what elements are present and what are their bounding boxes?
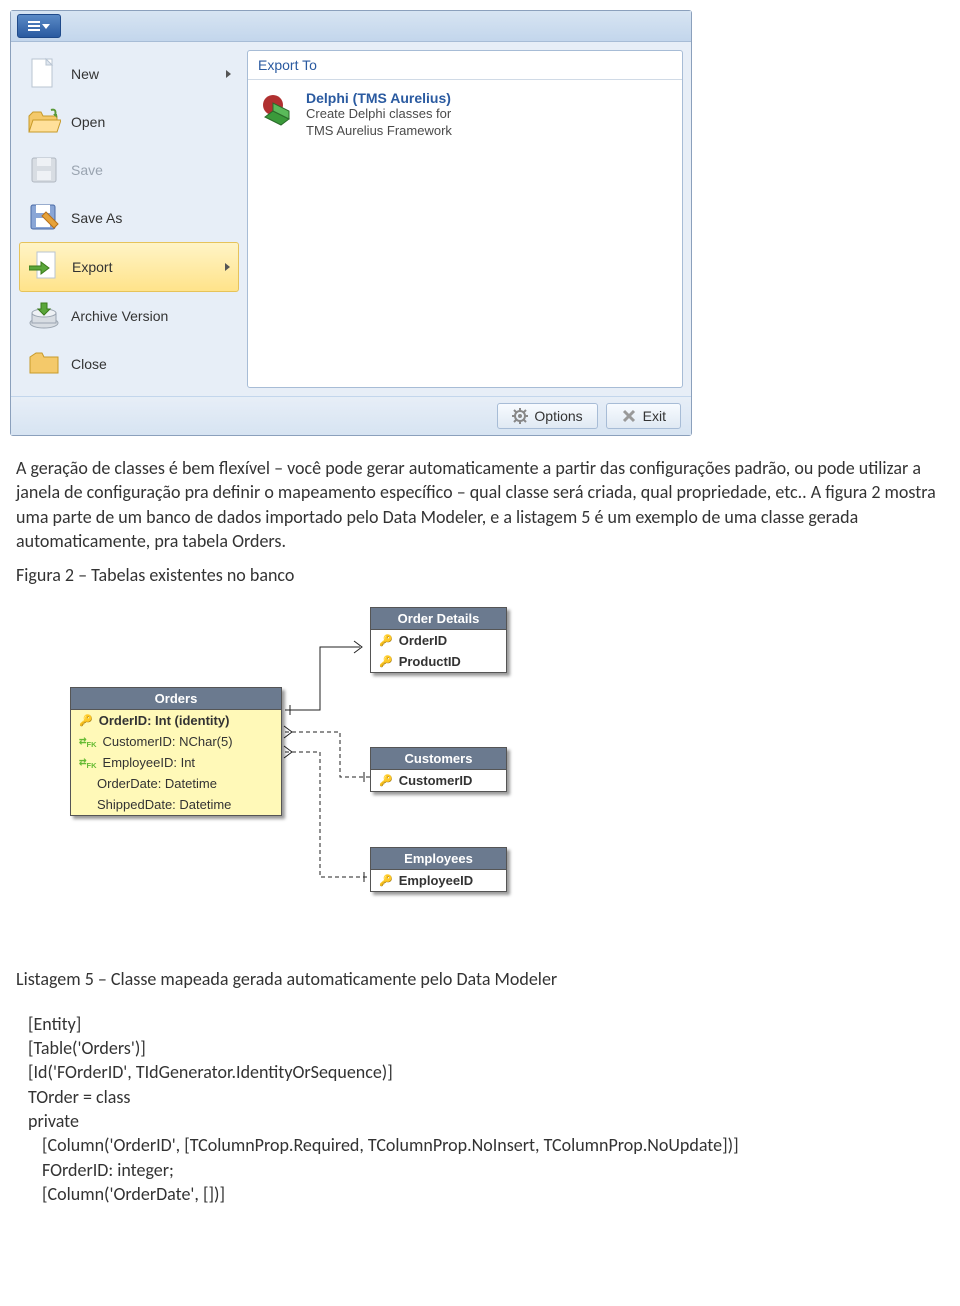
- employees-col-employeeid: EmployeeID: [399, 873, 473, 888]
- exit-label: Exit: [643, 408, 666, 424]
- dropdown-icon: [42, 24, 50, 29]
- orderdetails-col-orderid: OrderID: [399, 633, 447, 648]
- dialog-footer: Options Exit: [11, 396, 691, 435]
- pk-icon: 🔑: [379, 774, 393, 787]
- table-employees-title: Employees: [371, 848, 506, 870]
- menu-close[interactable]: Close: [19, 340, 239, 388]
- options-button[interactable]: Options: [497, 403, 597, 429]
- table-orderdetails-title: Order Details: [371, 608, 506, 630]
- gear-icon: [512, 408, 528, 424]
- menu-open-label: Open: [71, 114, 105, 130]
- menu-export-label: Export: [72, 259, 112, 275]
- code-listing: [Entity] [Table('Orders')] [Id('FOrderID…: [0, 1012, 960, 1226]
- orderdetails-col-productid: ProductID: [399, 654, 461, 669]
- code-line: TOrder = class: [28, 1085, 944, 1109]
- er-diagram: Orders 🔑 OrderID: Int (identity) ⇄FK Custo…: [40, 607, 540, 947]
- menu-save-label: Save: [71, 162, 103, 178]
- submenu-arrow-icon: [226, 70, 231, 78]
- orders-col-shippeddate: ShippedDate: Datetime: [97, 797, 231, 812]
- paragraph-1: A geração de classes é bem flexível – vo…: [16, 456, 944, 553]
- menu-archive[interactable]: Archive Version: [19, 292, 239, 340]
- orders-col-customerid: CustomerID: NChar(5): [103, 734, 233, 749]
- code-line: FOrderID: integer;: [28, 1158, 944, 1182]
- pk-icon: 🔑: [79, 714, 93, 727]
- menu-open[interactable]: Open: [19, 98, 239, 146]
- menu-close-label: Close: [71, 356, 107, 372]
- table-orderdetails: Order Details 🔑 OrderID 🔑 ProductID: [370, 607, 507, 673]
- menu-save[interactable]: Save: [19, 146, 239, 194]
- table-orders: Orders 🔑 OrderID: Int (identity) ⇄FK Custo…: [70, 687, 282, 816]
- pk-icon: 🔑: [379, 655, 393, 668]
- menu-new[interactable]: New: [19, 50, 239, 98]
- code-line: private: [28, 1109, 944, 1133]
- code-line: [Table('Orders')]: [28, 1036, 944, 1060]
- pk-icon: 🔑: [379, 874, 393, 887]
- menu-export[interactable]: Export: [19, 242, 239, 292]
- exit-button[interactable]: Exit: [606, 403, 681, 429]
- menu-saveas-label: Save As: [71, 210, 122, 226]
- submenu-arrow-icon: [225, 263, 230, 271]
- file-menu: New Open Save Save As: [19, 50, 239, 388]
- save-icon: [27, 153, 61, 187]
- ribbon-menu-button[interactable]: [17, 14, 61, 38]
- export-icon: [28, 250, 62, 284]
- code-line: [Entity]: [28, 1012, 944, 1036]
- export-submenu: Export To Delphi (TMS Aurelius) Create D…: [247, 50, 683, 388]
- fk-icon: ⇄FK: [79, 736, 97, 749]
- orders-col-orderid: OrderID: Int (identity): [99, 713, 230, 728]
- export-option-desc1: Create Delphi classes for: [306, 106, 452, 123]
- export-dialog: New Open Save Save As: [10, 10, 692, 436]
- orders-col-employeeid: EmployeeID: Int: [103, 755, 196, 770]
- save-as-icon: [27, 201, 61, 235]
- table-customers-title: Customers: [371, 748, 506, 770]
- dialog-titlebar: [11, 11, 691, 42]
- orders-col-orderdate: OrderDate: Datetime: [97, 776, 217, 791]
- code-line: [Column('OrderDate', [])]: [28, 1182, 944, 1206]
- code-line: [Column('OrderID', [TColumnProp.Required…: [28, 1133, 944, 1157]
- listing-caption: Listagem 5 – Classe mapeada gerada autom…: [16, 967, 944, 991]
- customers-col-customerid: CustomerID: [399, 773, 473, 788]
- code-line: [Id('FOrderID', TIdGenerator.IdentityOrS…: [28, 1060, 944, 1084]
- export-option-desc2: TMS Aurelius Framework: [306, 123, 452, 140]
- archive-icon: [27, 299, 61, 333]
- export-submenu-header: Export To: [248, 51, 682, 80]
- table-customers: Customers 🔑 CustomerID: [370, 747, 507, 792]
- table-orders-title: Orders: [71, 688, 281, 710]
- options-label: Options: [534, 408, 582, 424]
- close-icon: [621, 408, 637, 424]
- export-delphi-option[interactable]: Delphi (TMS Aurelius) Create Delphi clas…: [248, 80, 682, 150]
- pk-icon: 🔑: [379, 634, 393, 647]
- menu-new-label: New: [71, 66, 99, 82]
- folder-open-icon: [27, 105, 61, 139]
- figure-caption: Figura 2 – Tabelas existentes no banco: [16, 563, 944, 587]
- menu-saveas[interactable]: Save As: [19, 194, 239, 242]
- folder-close-icon: [27, 347, 61, 381]
- fk-icon: ⇄FK: [79, 757, 97, 770]
- new-file-icon: [27, 57, 61, 91]
- export-option-title: Delphi (TMS Aurelius): [306, 90, 452, 106]
- table-employees: Employees 🔑 EmployeeID: [370, 847, 507, 892]
- menu-archive-label: Archive Version: [71, 308, 168, 324]
- delphi-icon: [258, 90, 296, 128]
